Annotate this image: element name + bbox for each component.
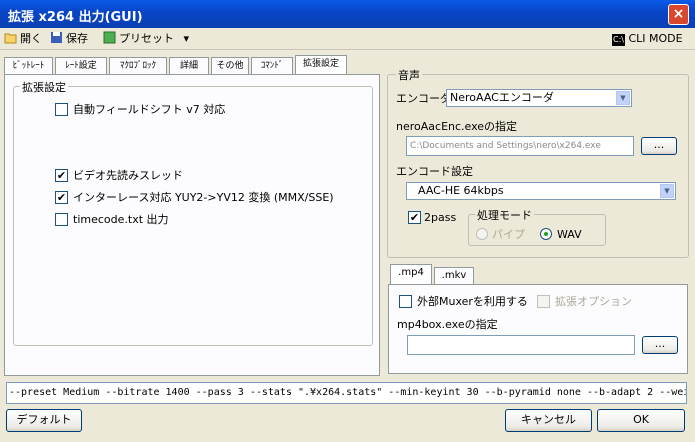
close-button[interactable]: × bbox=[668, 4, 689, 25]
dropdown-arrow-icon: ▼ bbox=[660, 184, 674, 198]
external-muxer-checkbox[interactable] bbox=[399, 295, 412, 308]
cancel-button[interactable]: キャンセル bbox=[505, 409, 592, 432]
folder-icon bbox=[4, 31, 18, 44]
interlace-checkbox[interactable]: ✔ bbox=[55, 191, 68, 204]
video-read-thread-label: ビデオ先読みスレッド bbox=[73, 169, 183, 182]
auto-field-shift-checkbox[interactable] bbox=[55, 103, 68, 116]
encode-setting-select[interactable]: AAC-HE 64kbps ▼ bbox=[406, 182, 676, 200]
mode-pipe-radio[interactable] bbox=[476, 228, 488, 240]
encoder-label: エンコーダ bbox=[396, 92, 451, 105]
window-title: 拡張 x264 出力(GUI) bbox=[8, 10, 143, 25]
cli-mode-button[interactable]: C:\ CLI MODE bbox=[612, 31, 683, 47]
mode-wav-radio[interactable] bbox=[540, 228, 552, 240]
extension-option-checkbox[interactable] bbox=[537, 295, 550, 308]
command-line-box[interactable]: --preset Medium --bitrate 1400 --pass 3 … bbox=[6, 382, 687, 404]
interlace-label: インターレース対応 YUY2->YV12 変換 (MMX/SSE) bbox=[73, 191, 334, 204]
extension-option-label: 拡張オプション bbox=[555, 295, 632, 308]
extended-group-label: 拡張設定 bbox=[20, 79, 68, 95]
mux-panel: 外部Muxerを利用する 拡張オプション mp4box.exeの指定 ... bbox=[388, 284, 688, 374]
tab-extended-settings[interactable]: 拡張設定 bbox=[295, 55, 347, 76]
video-read-thread-checkbox[interactable]: ✔ bbox=[55, 169, 68, 182]
process-mode-label: 処理モード bbox=[475, 207, 534, 223]
process-mode-group: 処理モード bbox=[468, 207, 606, 246]
tab-rate-settings[interactable]: ﾚｰﾄ設定 bbox=[55, 57, 107, 75]
timecode-label: timecode.txt 出力 bbox=[73, 213, 169, 226]
twopass-checkbox[interactable]: ✔ bbox=[408, 211, 421, 224]
preset-icon bbox=[103, 31, 117, 44]
floppy-icon bbox=[50, 31, 64, 44]
encoder-select[interactable]: NeroAACエンコーダ ▼ bbox=[446, 89, 632, 107]
mode-pipe-label: パイプ bbox=[492, 228, 525, 241]
nero-exe-label: neroAacEnc.exeの指定 bbox=[396, 120, 518, 133]
default-button[interactable]: デフォルト bbox=[6, 409, 82, 432]
ok-button[interactable]: OK bbox=[597, 409, 685, 432]
audio-group-label: 音声 bbox=[396, 67, 422, 83]
mp4box-exe-path-input[interactable] bbox=[407, 335, 635, 355]
twopass-label: 2pass bbox=[424, 211, 457, 224]
tab-command[interactable]: ｺﾏﾝﾄﾞ bbox=[251, 57, 293, 75]
nero-exe-path-input[interactable]: C:\Documents and Settings\nero\x264.exe bbox=[406, 136, 634, 156]
tab-bitrate[interactable]: ﾋﾞｯﾄﾚｰﾄ bbox=[4, 57, 53, 75]
terminal-icon: C:\ bbox=[612, 34, 625, 46]
tab-macroblock[interactable]: ﾏｸﾛﾌﾞﾛｯｸ bbox=[109, 57, 167, 75]
encode-setting-label: エンコード設定 bbox=[396, 165, 473, 178]
save-button[interactable]: 保存 bbox=[50, 31, 88, 47]
mp4box-exe-browse-button[interactable]: ... bbox=[642, 336, 678, 354]
extended-settings-panel: 拡張設定 自動フィールドシフト v7 対応 ✔ ビデオ先読みスレッド ✔ インタ… bbox=[4, 74, 380, 376]
tab-mkv[interactable]: .mkv bbox=[434, 267, 474, 285]
external-muxer-label: 外部Muxerを利用する bbox=[417, 295, 528, 308]
open-button[interactable]: 開く bbox=[4, 31, 42, 47]
toolbar: 開く 保存 プリセット ▾ C:\ CLI MODE bbox=[0, 28, 695, 50]
tab-strip: ﾋﾞｯﾄﾚｰﾄ ﾚｰﾄ設定 ﾏｸﾛﾌﾞﾛｯｸ 詳細 その他 ｺﾏﾝﾄﾞ 拡張設定 bbox=[4, 55, 350, 76]
tab-details[interactable]: 詳細 bbox=[169, 57, 209, 75]
tab-other[interactable]: その他 bbox=[211, 57, 249, 75]
mode-wav-label: WAV bbox=[557, 228, 582, 241]
timecode-checkbox[interactable] bbox=[55, 213, 68, 226]
dropdown-arrow-icon: ▼ bbox=[616, 91, 630, 105]
mp4box-exe-label: mp4box.exeの指定 bbox=[397, 318, 498, 331]
nero-exe-browse-button[interactable]: ... bbox=[641, 137, 677, 155]
preset-button[interactable]: プリセット ▾ bbox=[103, 31, 189, 47]
title-bar: 拡張 x264 出力(GUI) × bbox=[0, 0, 695, 28]
tab-mp4[interactable]: .mp4 bbox=[390, 264, 432, 285]
auto-field-shift-label: 自動フィールドシフト v7 対応 bbox=[73, 103, 226, 116]
dropdown-arrow-icon: ▾ bbox=[183, 32, 190, 45]
